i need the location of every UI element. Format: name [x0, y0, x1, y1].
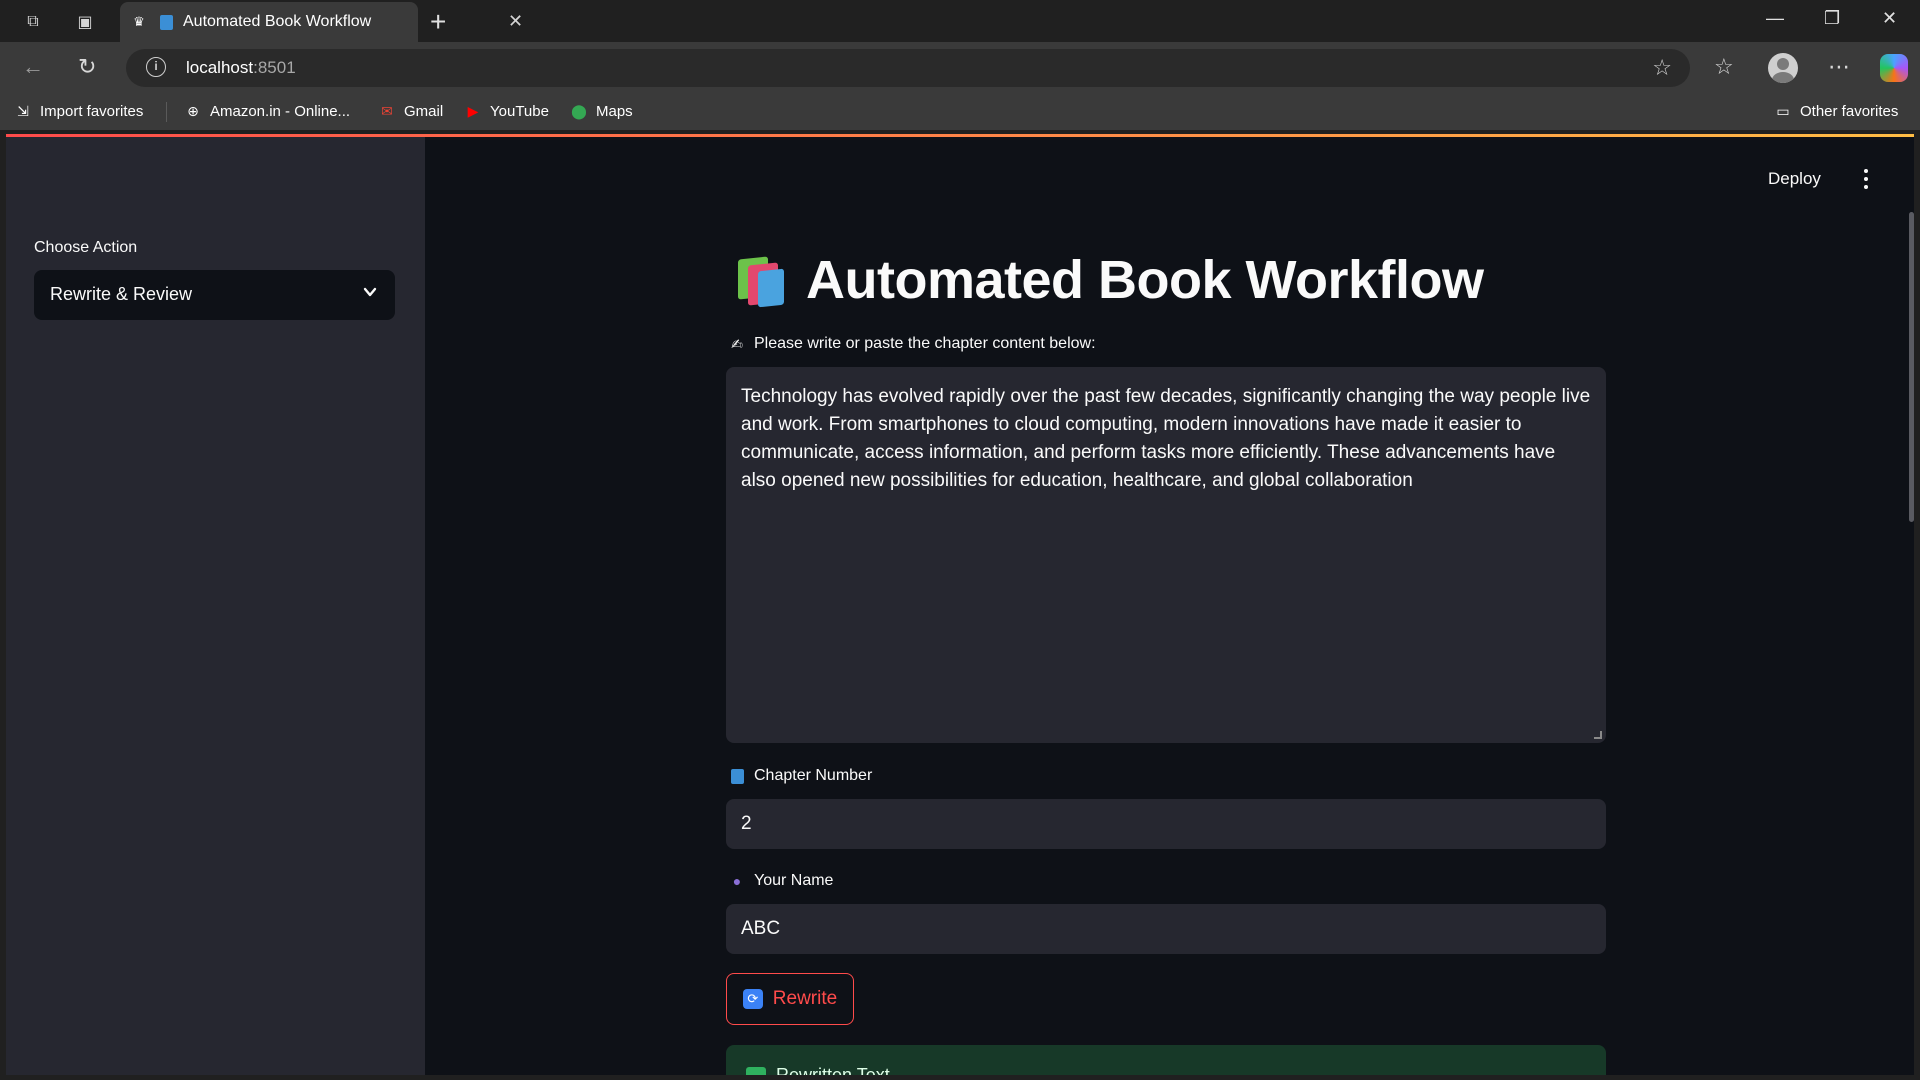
- blue-book-icon: [160, 15, 173, 30]
- copilot-icon[interactable]: [1880, 54, 1908, 82]
- your-name-input[interactable]: ABC: [726, 904, 1606, 954]
- vertical-tabs-icon[interactable]: ▣: [72, 9, 98, 35]
- choose-action-label: Choose Action: [34, 239, 138, 256]
- back-icon[interactable]: ←: [22, 54, 44, 80]
- refresh-icon[interactable]: ↻: [78, 54, 96, 80]
- rewritten-text-box: Rewritten Text: [726, 1045, 1606, 1075]
- tab-title: Automated Book Workflow: [183, 13, 372, 30]
- url-text: localhost:8501: [186, 58, 296, 77]
- maps-icon: ⬤: [571, 102, 587, 119]
- streamlit-icon: ♛: [133, 14, 145, 29]
- profile-avatar[interactable]: [1768, 53, 1798, 83]
- resize-handle-icon[interactable]: [1594, 731, 1602, 739]
- chapter-content-textarea[interactable]: Technology has evolved rapidly over the …: [726, 367, 1606, 743]
- address-bar[interactable]: i localhost:8501 ☆: [126, 49, 1690, 87]
- bookmark-other-favorites[interactable]: ▭ Other favorites: [1774, 102, 1898, 120]
- import-icon: ⇲: [17, 102, 29, 119]
- writing-hand-icon: ✍: [731, 335, 743, 352]
- scrollbar[interactable]: [1909, 212, 1914, 522]
- blue-book-icon: [728, 767, 746, 785]
- globe-icon: ⊕: [187, 102, 199, 119]
- rewritten-text-heading: Rewritten Text: [776, 1065, 890, 1075]
- workspaces-icon[interactable]: ⧉: [20, 9, 46, 35]
- rewrite-button-label: Rewrite: [772, 988, 838, 1009]
- favorites-icon[interactable]: ☆: [1714, 54, 1734, 80]
- browser-tab-bar: ⧉ ▣ ♛ Automated Book Workflow ✕ + — ❐ ✕: [0, 0, 1920, 42]
- browser-tab[interactable]: ♛ Automated Book Workflow ✕: [120, 2, 523, 42]
- sidebar: Choose Action Rewrite & Review: [6, 137, 425, 1075]
- browser-toolbar: ← ↻ i localhost:8501 ☆ ☆ ⋯: [0, 42, 1920, 94]
- close-window-icon[interactable]: ✕: [1882, 8, 1897, 29]
- chapter-content-text: Technology has evolved rapidly over the …: [741, 386, 1591, 491]
- your-name-label: ● Your Name: [728, 872, 834, 890]
- youtube-icon: ▶: [467, 102, 479, 119]
- page-title-text: Automated Book Workflow: [806, 250, 1484, 310]
- user-icon: ●: [732, 873, 742, 889]
- site-info-icon[interactable]: i: [146, 57, 166, 77]
- action-select[interactable]: Rewrite & Review: [34, 270, 395, 320]
- app-viewport: Choose Action Rewrite & Review Deploy Au…: [6, 137, 1914, 1075]
- selected-action: Rewrite & Review: [50, 284, 193, 304]
- chapter-number-input[interactable]: 2: [726, 799, 1606, 849]
- close-tab-icon[interactable]: ✕: [508, 11, 523, 32]
- bookmark-gmail[interactable]: ✉ Gmail: [378, 102, 443, 120]
- folder-icon: ▭: [1776, 102, 1790, 119]
- check-icon: [746, 1067, 766, 1075]
- repeat-icon: ⟳: [742, 989, 763, 1009]
- restore-icon[interactable]: ❐: [1824, 8, 1840, 29]
- bookmark-amazon[interactable]: ⊕ Amazon.in - Online...: [184, 102, 350, 120]
- bookmark-maps[interactable]: ⬤ Maps: [570, 102, 633, 120]
- bookmark-youtube[interactable]: ▶ YouTube: [464, 102, 549, 120]
- bookmarks-bar: ⇲ Import favorites ⊕ Amazon.in - Online.…: [0, 94, 1920, 130]
- content-label: ✍ Please write or paste the chapter cont…: [728, 335, 1095, 353]
- deploy-button[interactable]: Deploy: [1768, 169, 1821, 189]
- rewrite-button[interactable]: ⟳ Rewrite: [726, 973, 854, 1025]
- books-icon: [734, 252, 790, 308]
- more-options-icon[interactable]: ⋯: [1828, 54, 1850, 80]
- minimize-icon[interactable]: —: [1766, 8, 1784, 29]
- chapter-number-label: Chapter Number: [728, 767, 872, 785]
- new-tab-icon[interactable]: +: [430, 6, 446, 38]
- chevron-down-icon: [363, 287, 377, 297]
- window-bottom-edge: [0, 1075, 1920, 1080]
- gmail-icon: ✉: [381, 102, 393, 119]
- main-menu-icon[interactable]: [1862, 167, 1870, 191]
- bookmark-divider: [166, 102, 167, 122]
- page-title: Automated Book Workflow: [734, 245, 1604, 315]
- bookmark-import-favorites[interactable]: ⇲ Import favorites: [14, 102, 143, 120]
- favorite-star-icon[interactable]: ☆: [1652, 55, 1672, 81]
